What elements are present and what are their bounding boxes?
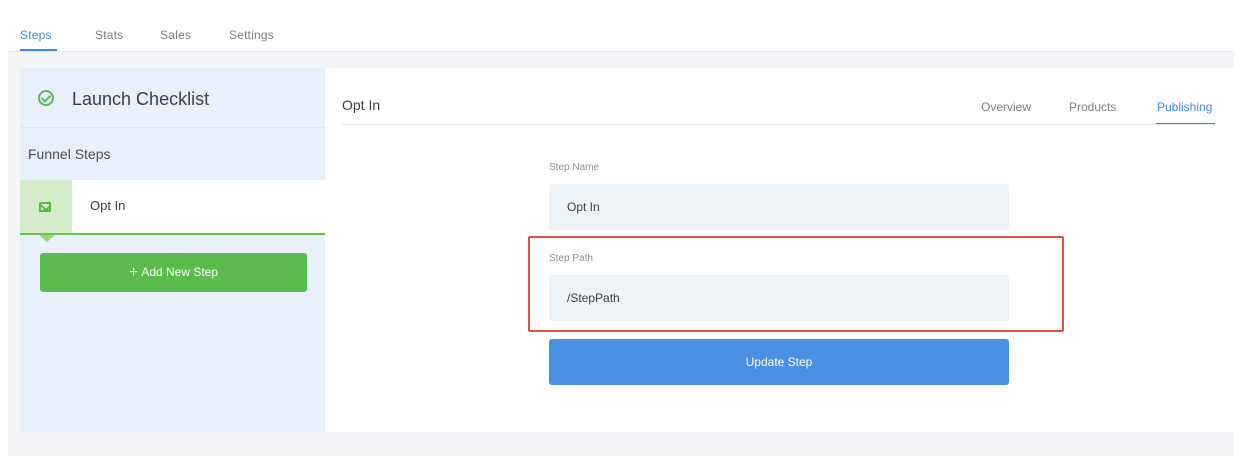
funnel-steps-label: Funnel Steps	[28, 146, 111, 162]
selected-step-caret	[39, 235, 55, 242]
tab-sales[interactable]: Sales	[160, 28, 191, 42]
step-path-input[interactable]	[549, 275, 1009, 321]
add-new-step-button[interactable]: + Add New Step	[40, 253, 307, 292]
add-new-step-label: Add New Step	[141, 265, 219, 279]
step-item-label: Opt In	[90, 198, 126, 213]
tab-overview[interactable]: Overview	[981, 100, 1031, 114]
plus-icon: +	[128, 264, 139, 281]
step-icon-container	[20, 180, 72, 233]
top-tab-bar: Steps Stats Sales Settings	[8, 8, 1234, 52]
tab-products[interactable]: Products	[1069, 100, 1116, 114]
page-title: Opt In	[342, 97, 381, 113]
active-tab-indicator	[20, 49, 57, 51]
funnel-sidebar: Launch Checklist Funnel Steps Opt In + Ad…	[20, 68, 325, 432]
launch-checklist-header[interactable]: Launch Checklist	[20, 68, 325, 128]
app-frame: Steps Stats Sales Settings Launch Checkl…	[8, 8, 1234, 456]
step-settings-panel: Opt In Overview Products Publishing Step…	[325, 68, 1234, 432]
tab-publishing[interactable]: Publishing	[1157, 100, 1212, 114]
funnel-step-opt-in[interactable]: Opt In	[20, 180, 325, 235]
launch-checklist-title: Launch Checklist	[72, 89, 210, 109]
tab-settings[interactable]: Settings	[229, 28, 274, 42]
mail-icon	[39, 202, 51, 212]
step-path-label: Step Path	[549, 253, 593, 264]
step-name-input[interactable]	[549, 184, 1009, 230]
step-name-label: Step Name	[549, 162, 600, 173]
check-circle-icon	[38, 90, 54, 106]
tab-steps[interactable]: Steps	[20, 28, 52, 42]
tab-stats[interactable]: Stats	[95, 28, 123, 42]
update-step-button[interactable]: Update Step	[549, 339, 1009, 385]
header-divider	[342, 124, 1215, 125]
